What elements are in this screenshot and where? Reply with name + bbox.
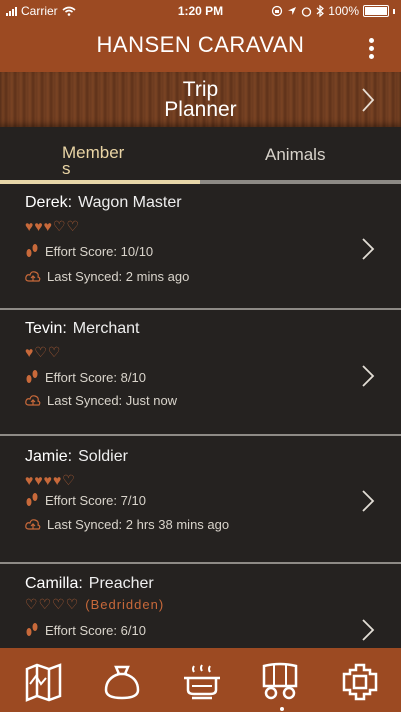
last-synced: Last Synced: 2 mins ago bbox=[47, 269, 190, 284]
member-name: Camilla: bbox=[25, 575, 83, 592]
alarm-icon bbox=[302, 6, 312, 17]
member-name-row: Camilla: Preacher bbox=[25, 575, 154, 593]
heart-empty-icon: ♡ bbox=[52, 596, 66, 612]
member-role: Wagon Master bbox=[78, 194, 182, 211]
heart-empty-icon: ♡ bbox=[62, 472, 76, 488]
heart-filled-icon: ♥ bbox=[25, 472, 35, 488]
status-right: 100% bbox=[271, 4, 395, 18]
effort-row: Effort Score: 6/10 bbox=[25, 622, 146, 638]
selected-tab-dot bbox=[280, 707, 284, 711]
tab-members[interactable]: Member s bbox=[62, 143, 142, 178]
chevron-right-icon bbox=[362, 490, 375, 512]
effort-score: Effort Score: 6/10 bbox=[45, 622, 146, 638]
effort-score: Effort Score: 10/10 bbox=[45, 243, 154, 259]
synced-row: Last Synced: 2 hrs 38 mins ago bbox=[25, 517, 229, 532]
last-synced: Last Synced: 2 hrs 38 mins ago bbox=[47, 517, 230, 532]
last-synced: Last Synced: Just now bbox=[47, 393, 178, 408]
tab-members-label-line2: s bbox=[62, 159, 71, 178]
divider bbox=[0, 562, 401, 564]
health-hearts: ♥♥♥♡♡ bbox=[25, 218, 80, 235]
map-icon[interactable] bbox=[24, 662, 64, 702]
footprints-icon bbox=[26, 623, 38, 636]
battery-tip bbox=[393, 8, 395, 14]
heart-filled-icon: ♥ bbox=[25, 218, 35, 234]
health-hearts: ♥♡♡ bbox=[25, 344, 61, 361]
app-title: HANSEN CARAVAN bbox=[96, 32, 305, 57]
chevron-right-icon bbox=[362, 238, 375, 260]
effort-row: Effort Score: 8/10 bbox=[25, 369, 146, 385]
footprints-icon bbox=[26, 493, 38, 506]
member-name-row: Derek: Wagon Master bbox=[25, 194, 182, 212]
tab-members-label-line1: Member bbox=[62, 143, 125, 162]
health-hearts: ♥♥♥♥♡ bbox=[25, 472, 76, 489]
app-header: HANSEN CARAVAN bbox=[0, 22, 401, 72]
footprints-icon bbox=[26, 370, 38, 383]
member-name: Derek: bbox=[25, 194, 73, 211]
wagon-icon[interactable] bbox=[260, 662, 300, 702]
chevron-right-icon bbox=[362, 88, 375, 112]
member-name: Jamie: bbox=[25, 448, 73, 465]
heart-filled-icon: ♥ bbox=[52, 472, 63, 488]
effort-row: Effort Score: 10/10 bbox=[25, 243, 153, 259]
member-role: Soldier bbox=[78, 448, 128, 465]
list-item[interactable]: Tevin: Merchant ♥♡♡ Effort Score: 8/10 La… bbox=[0, 311, 401, 436]
cloud-upload-icon bbox=[25, 271, 41, 282]
battery-icon bbox=[363, 5, 389, 17]
heart-filled-icon: ♥ bbox=[34, 218, 44, 234]
rotation-lock-icon bbox=[272, 5, 283, 17]
member-role: Merchant bbox=[72, 320, 140, 337]
trip-planner-label-line1: Trip bbox=[182, 78, 219, 101]
heart-empty-icon: ♡ bbox=[65, 596, 80, 612]
list-item[interactable]: Camilla: Preacher ♡♡♡♡ (Bedridden) Effort … bbox=[0, 565, 401, 648]
effort-row: Effort Score: 7/10 bbox=[25, 492, 146, 508]
tab-bar: Member s Animals bbox=[0, 127, 401, 185]
heart-empty-icon: ♡ bbox=[38, 596, 53, 612]
heart-empty-icon: ♡ bbox=[52, 218, 67, 234]
list-item[interactable]: Jamie: Soldier ♥♥♥♥♡ Effort Score: 7/10 L… bbox=[0, 437, 401, 564]
cloud-upload-icon bbox=[25, 395, 41, 406]
status-bar: Carrier 1:20 PM 100% bbox=[0, 0, 401, 22]
battery-percent: 100% bbox=[328, 4, 359, 18]
effort-score: Effort Score: 7/10 bbox=[45, 492, 146, 508]
member-name-row: Tevin: Merchant bbox=[25, 320, 140, 338]
heart-filled-icon: ♥ bbox=[25, 344, 35, 360]
campfire-pot-icon[interactable] bbox=[182, 662, 222, 702]
footprints-icon bbox=[26, 244, 38, 257]
heart-empty-icon: ♡ bbox=[34, 344, 48, 360]
location-icon bbox=[288, 7, 297, 15]
trip-planner-label-line2: Planner bbox=[164, 98, 237, 121]
chevron-right-icon bbox=[362, 619, 375, 641]
heart-filled-icon: ♥ bbox=[43, 218, 53, 234]
member-role: Preacher bbox=[88, 575, 154, 592]
chevron-right-icon bbox=[362, 365, 375, 387]
heart-empty-icon: ♡ bbox=[47, 344, 62, 360]
synced-row: Last Synced: 2 mins ago bbox=[25, 269, 189, 284]
divider bbox=[0, 308, 401, 310]
synced-row: Last Synced: Just now bbox=[25, 393, 177, 408]
member-name-row: Jamie: Soldier bbox=[25, 448, 128, 466]
bluetooth-icon bbox=[316, 5, 325, 17]
heart-filled-icon: ♥ bbox=[43, 472, 53, 488]
trip-planner-button[interactable]: Trip Planner bbox=[0, 72, 401, 127]
list-item[interactable]: Derek: Wagon Master ♥♥♥♡♡ Effort Score: 1… bbox=[0, 185, 401, 310]
bottom-nav bbox=[0, 648, 401, 712]
member-name: Tevin: bbox=[25, 320, 67, 337]
trip-planner-label: Trip Planner bbox=[0, 78, 401, 121]
tab-animals[interactable]: Animals bbox=[265, 145, 325, 165]
heart-empty-icon: ♡ bbox=[25, 596, 39, 612]
status-note: (Bedridden) bbox=[85, 597, 165, 612]
tab-selected-indicator bbox=[0, 180, 200, 184]
heart-filled-icon: ♥ bbox=[34, 472, 44, 488]
cloud-upload-icon bbox=[25, 519, 41, 530]
settings-gear-icon[interactable] bbox=[340, 662, 380, 702]
health-hearts: ♡♡♡♡ (Bedridden) bbox=[25, 596, 164, 613]
more-options-icon[interactable] bbox=[369, 38, 375, 60]
heart-empty-icon: ♡ bbox=[66, 218, 81, 234]
effort-score: Effort Score: 8/10 bbox=[45, 369, 146, 385]
supplies-bag-icon[interactable] bbox=[102, 662, 142, 702]
divider bbox=[0, 434, 401, 436]
